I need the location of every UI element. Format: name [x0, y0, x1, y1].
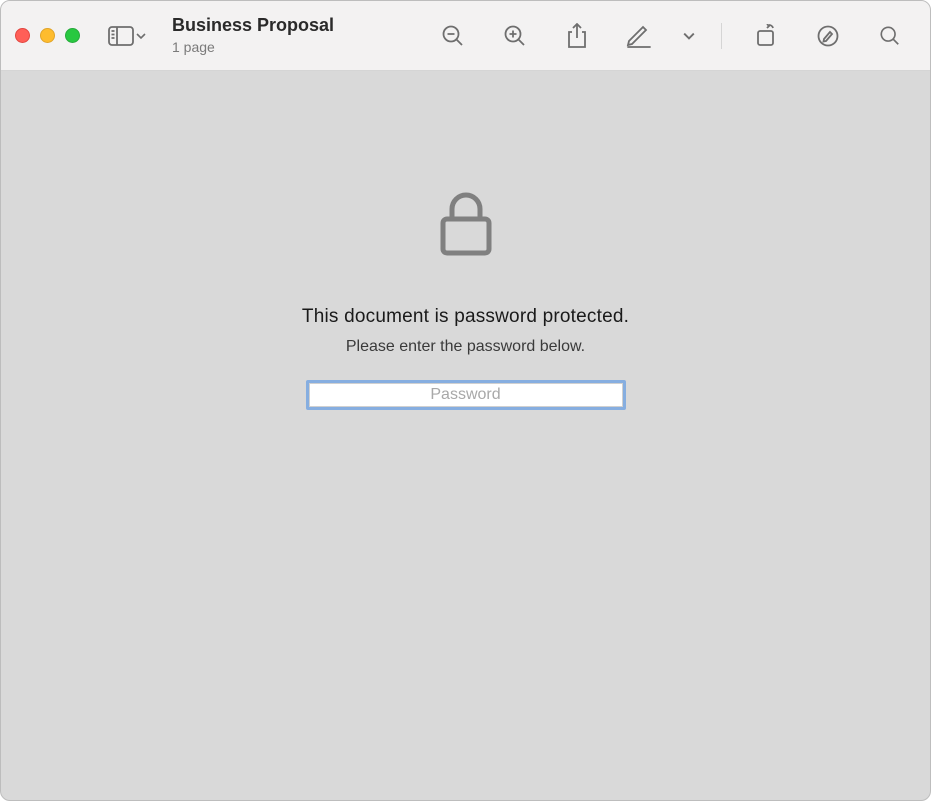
password-field-wrap [306, 380, 626, 410]
search-icon [879, 25, 901, 47]
highlight-button[interactable] [806, 16, 850, 56]
title-block: Business Proposal 1 page [172, 15, 334, 55]
toolbar-actions [431, 16, 912, 56]
preview-window: Business Proposal 1 page [0, 0, 931, 801]
document-title: Business Proposal [172, 15, 334, 37]
share-icon [566, 23, 588, 49]
minimize-window-button[interactable] [40, 28, 55, 43]
document-subtitle: 1 page [172, 39, 334, 56]
password-panel: This document is password protected. Ple… [256, 191, 676, 410]
zoom-out-icon [441, 24, 465, 48]
share-button[interactable] [555, 16, 599, 56]
sidebar-toggle-button[interactable] [104, 16, 154, 56]
markup-button[interactable] [617, 16, 661, 56]
zoom-window-button[interactable] [65, 28, 80, 43]
titlebar: Business Proposal 1 page [1, 1, 930, 71]
chevron-down-icon [136, 31, 146, 41]
zoom-in-icon [503, 24, 527, 48]
chevron-down-icon [683, 30, 695, 42]
lock-icon [439, 191, 493, 262]
password-subline: Please enter the password below. [346, 338, 585, 356]
password-headline: This document is password protected. [302, 306, 629, 328]
zoom-out-button[interactable] [431, 16, 475, 56]
rotate-icon [754, 24, 778, 48]
markup-menu-button[interactable] [679, 16, 699, 56]
rotate-button[interactable] [744, 16, 788, 56]
zoom-in-button[interactable] [493, 16, 537, 56]
content-area: This document is password protected. Ple… [1, 71, 930, 800]
sidebar-icon [108, 26, 134, 46]
pencil-icon [626, 24, 652, 48]
search-button[interactable] [868, 16, 912, 56]
window-controls [15, 28, 80, 43]
password-input[interactable] [309, 383, 623, 407]
marker-circle-icon [816, 24, 840, 48]
toolbar-separator [721, 23, 722, 49]
close-window-button[interactable] [15, 28, 30, 43]
